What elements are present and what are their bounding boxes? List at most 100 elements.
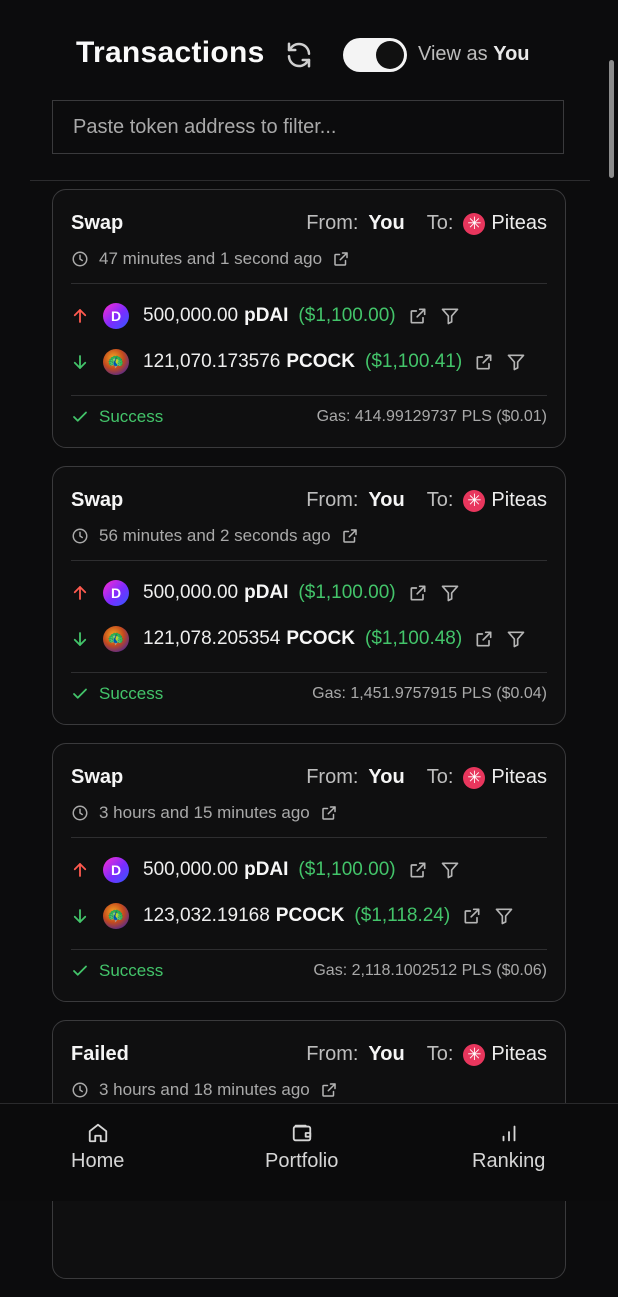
nav-ranking-label: Ranking <box>472 1150 546 1172</box>
time-ago: 3 hours and 15 minutes ago <box>99 803 310 822</box>
from-value[interactable]: You <box>368 212 404 235</box>
transaction-type: Failed <box>71 1043 129 1065</box>
from-to: From: You To: ✳ Piteas <box>306 489 547 512</box>
arrow-down-icon <box>73 632 87 646</box>
token-symbol: pDAI <box>244 582 289 603</box>
time-ago: 3 hours and 18 minutes ago <box>99 1080 310 1099</box>
token-usd-value: ($1,100.00) <box>298 859 396 880</box>
piteas-logo-icon: ✳ <box>463 212 486 235</box>
card-divider <box>71 560 547 561</box>
token-usd-value: ($1,100.41) <box>365 351 463 372</box>
from-label: From: <box>306 766 359 788</box>
gas-fee: Gas: 414.99129737 PLS ($0.01) <box>316 408 547 425</box>
token-usd-value: ($1,100.00) <box>298 305 396 326</box>
from-value[interactable]: You <box>368 1043 404 1066</box>
external-link-icon[interactable] <box>320 804 338 822</box>
token-in-row: 🦚 121,078.205354 PCOCK ($1,100.48) <box>71 623 526 655</box>
external-link-icon[interactable] <box>408 860 428 880</box>
arrow-up-icon <box>73 586 87 600</box>
token-usd-value: ($1,118.24) <box>354 905 451 926</box>
from-to: From: You To: ✳ Piteas <box>306 1043 547 1066</box>
nav-ranking[interactable]: Ranking <box>472 1122 545 1173</box>
external-link-icon[interactable] <box>408 583 428 603</box>
token-symbol: pDAI <box>244 859 289 880</box>
token-in-row: 🦚 121,070.173576 PCOCK ($1,100.41) <box>71 346 526 378</box>
token-out-row: D 500,000.00 pDAI ($1,100.00) <box>71 577 460 609</box>
external-link-icon[interactable] <box>332 250 350 268</box>
toggle-knob <box>376 41 404 69</box>
external-link-icon[interactable] <box>462 906 482 926</box>
card-divider <box>71 672 547 673</box>
card-divider <box>71 283 547 284</box>
from-label: From: <box>306 212 359 234</box>
card-divider <box>71 837 547 838</box>
to-label: To: <box>426 1043 454 1065</box>
external-link-icon[interactable] <box>474 629 494 649</box>
token-amount: 500,000.00 <box>143 859 239 880</box>
transaction-card: Swap From: You To: ✳ Piteas 47 minutes and 1 s… <box>52 189 566 448</box>
nav-portfolio[interactable]: Portfolio <box>265 1122 338 1173</box>
transaction-type: Swap <box>71 212 124 234</box>
filter-icon[interactable] <box>440 860 460 880</box>
clock-icon <box>72 805 88 821</box>
from-value[interactable]: You <box>368 766 404 789</box>
nav-home[interactable]: Home <box>71 1122 124 1173</box>
filter-icon[interactable] <box>506 629 526 649</box>
transaction-time: 56 minutes and 2 seconds ago <box>71 526 369 546</box>
piteas-logo-icon: ✳ <box>463 1043 486 1066</box>
token-symbol: PCOCK <box>275 905 345 926</box>
home-icon <box>88 1123 107 1143</box>
token-amount: 121,078.205354 <box>143 628 281 649</box>
view-as-toggle[interactable] <box>343 38 407 72</box>
refresh-icon[interactable] <box>284 40 314 70</box>
token-out-row: D 500,000.00 pDAI ($1,100.00) <box>71 300 460 332</box>
from-to: From: You To: ✳ Piteas <box>306 766 547 789</box>
time-ago: 56 minutes and 2 seconds ago <box>99 526 331 545</box>
transaction-type: Swap <box>71 489 124 511</box>
card-divider <box>71 949 547 950</box>
external-link-icon[interactable] <box>320 1081 338 1099</box>
page-title: Transactions <box>76 36 265 69</box>
pdai-token-icon: D <box>103 303 129 329</box>
gas-fee: Gas: 1,451.9757915 PLS ($0.04) <box>312 685 547 702</box>
token-amount: 500,000.00 <box>143 305 239 326</box>
external-link-icon[interactable] <box>474 352 494 372</box>
external-link-icon[interactable] <box>341 527 359 545</box>
pcock-token-icon: 🦚 <box>103 626 129 652</box>
to-label: To: <box>426 489 454 511</box>
nav-home-label: Home <box>71 1150 125 1172</box>
to-value[interactable]: Piteas <box>491 766 547 789</box>
external-link-icon[interactable] <box>408 306 428 326</box>
token-out-row: D 500,000.00 pDAI ($1,100.00) <box>71 854 460 886</box>
transaction-time: 47 minutes and 1 second ago <box>71 249 360 269</box>
to-label: To: <box>426 212 454 234</box>
check-icon <box>73 688 87 699</box>
token-in-row: 🦚 123,032.19168 PCOCK ($1,118.24) <box>71 900 514 932</box>
transaction-type: Swap <box>71 766 124 788</box>
to-value[interactable]: Piteas <box>491 212 547 235</box>
header: Transactions View as You <box>0 0 618 112</box>
token-usd-value: ($1,100.48) <box>365 628 463 649</box>
status-text: Success <box>99 961 164 980</box>
check-icon <box>73 965 87 976</box>
from-value[interactable]: You <box>368 489 404 512</box>
to-value[interactable]: Piteas <box>491 1043 547 1066</box>
arrow-down-icon <box>73 355 87 369</box>
to-value[interactable]: Piteas <box>491 489 547 512</box>
filter-icon[interactable] <box>440 306 460 326</box>
transaction-card: Swap From: You To: ✳ Piteas 56 minutes and 2 s… <box>52 466 566 725</box>
token-usd-value: ($1,100.00) <box>298 582 396 603</box>
token-address-filter-input[interactable] <box>71 114 545 140</box>
gas-fee: Gas: 2,118.1002512 PLS ($0.06) <box>313 962 547 979</box>
filter-box <box>52 100 564 154</box>
filter-icon[interactable] <box>506 352 526 372</box>
status-badge: Success <box>71 961 163 981</box>
filter-icon[interactable] <box>494 906 514 926</box>
token-symbol: PCOCK <box>286 628 355 649</box>
time-ago: 47 minutes and 1 second ago <box>99 249 323 268</box>
status-badge: Success <box>71 407 163 427</box>
from-to: From: You To: ✳ Piteas <box>306 212 547 235</box>
filter-icon[interactable] <box>440 583 460 603</box>
arrow-up-icon <box>73 863 87 877</box>
token-symbol: pDAI <box>244 305 289 326</box>
